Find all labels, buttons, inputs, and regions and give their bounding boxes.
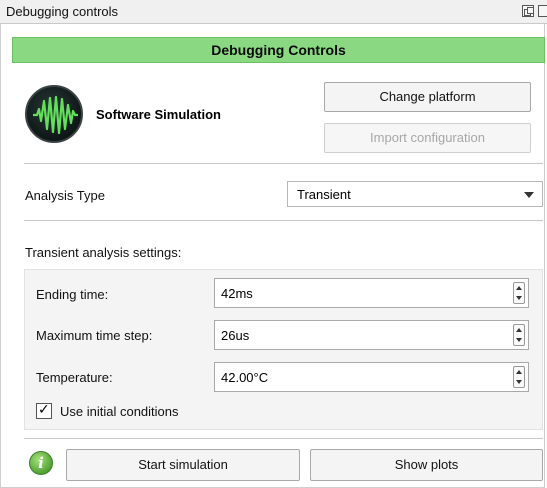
max-time-step-label: Maximum time step: (36, 328, 153, 343)
change-platform-button[interactable]: Change platform (324, 82, 531, 112)
ending-time-label: Ending time: (36, 287, 109, 302)
temperature-label: Temperature: (36, 370, 113, 385)
platform-name: Software Simulation (96, 107, 221, 122)
window-title: Debugging controls (6, 4, 119, 19)
divider (24, 163, 543, 164)
transient-settings-heading: Transient analysis settings: (25, 245, 182, 260)
initial-conditions-checkbox[interactable]: ✓ (36, 401, 52, 419)
spin-arrows-icon[interactable] (513, 324, 525, 346)
start-simulation-button[interactable]: Start simulation (66, 449, 300, 481)
max-time-step-spinbox[interactable]: 26us (214, 320, 529, 350)
panel-header: Debugging Controls (12, 37, 545, 63)
temperature-value: 42.00°C (221, 370, 269, 385)
show-plots-button[interactable]: Show plots (310, 449, 543, 481)
ending-time-spinbox[interactable]: 42ms (214, 278, 529, 308)
spin-arrows-icon[interactable] (513, 366, 525, 388)
import-configuration-button[interactable]: Import configuration (324, 123, 531, 153)
divider (24, 438, 543, 439)
divider (24, 220, 543, 221)
checkmark-icon: ✓ (38, 401, 50, 417)
waveform-icon (25, 85, 83, 143)
chevron-down-icon (524, 192, 534, 198)
ending-time-value: 42ms (221, 286, 253, 301)
analysis-type-label: Analysis Type (25, 188, 105, 203)
float-window-icon[interactable] (522, 5, 534, 17)
max-time-step-value: 26us (221, 328, 250, 343)
initial-conditions-label: Use initial conditions (60, 404, 179, 419)
close-window-icon[interactable] (538, 5, 547, 17)
temperature-spinbox[interactable]: 42.00°C (214, 362, 529, 392)
analysis-type-value: Transient (297, 187, 351, 202)
window-titlebar: Debugging controls (0, 0, 547, 24)
spin-arrows-icon[interactable] (513, 282, 525, 304)
info-icon[interactable]: i (29, 451, 53, 475)
analysis-type-select[interactable]: Transient (287, 181, 543, 207)
